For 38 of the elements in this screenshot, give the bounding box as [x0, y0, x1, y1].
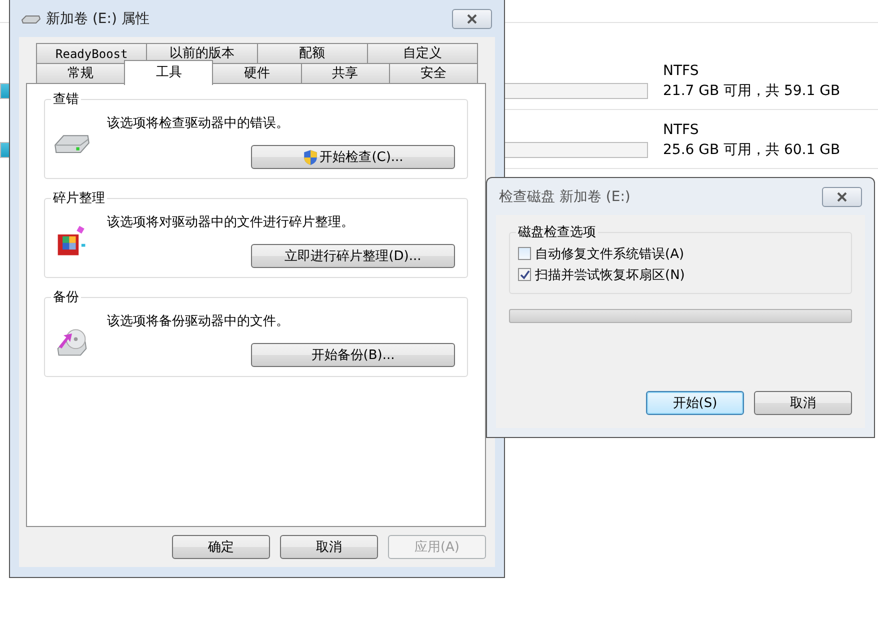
- section-description: 该选项将备份驱动器中的文件。: [107, 313, 289, 330]
- checkbox[interactable]: [518, 247, 531, 260]
- section-action-button[interactable]: 开始检查(C)...: [251, 145, 455, 169]
- tab[interactable]: 硬件: [212, 63, 302, 83]
- tab[interactable]: 安全: [388, 63, 478, 83]
- close-icon: [837, 192, 847, 202]
- section-action-button[interactable]: 立即进行碎片整理(D)...: [251, 244, 455, 268]
- checkbox-label: 自动修复文件系统错误(A): [535, 246, 684, 262]
- checkbox[interactable]: [518, 268, 531, 281]
- window-title: 检查磁盘 新加卷 (E:): [498, 188, 632, 206]
- dialog-button[interactable]: 确定: [172, 535, 270, 559]
- drive-icon: [21, 14, 41, 24]
- section-description: 该选项将检查驱动器中的错误。: [107, 115, 289, 132]
- dialog-button[interactable]: 开始(S): [646, 391, 744, 415]
- close-button[interactable]: [452, 9, 492, 29]
- tab[interactable]: 常规: [36, 63, 126, 83]
- checkbox-label: 扫描并尝试恢复坏扇区(N): [535, 266, 685, 284]
- window-title: 新加卷 (E:) 属性: [46, 10, 150, 28]
- tab[interactable]: 自定义: [366, 43, 478, 63]
- dialog-button[interactable]: 取消: [280, 535, 378, 559]
- dialog-button[interactable]: 取消: [754, 391, 852, 415]
- filesystem-label: NTFS: [663, 121, 700, 140]
- tab[interactable]: ReadyBoost: [36, 43, 148, 63]
- section-action-button[interactable]: 开始备份(B)...: [251, 343, 455, 367]
- section-title: 备份: [52, 289, 80, 306]
- section-description: 该选项将对驱动器中的文件进行碎片整理。: [107, 214, 354, 231]
- free-space-label: 25.6 GB 可用，共 60.1 GB: [663, 141, 840, 160]
- close-button[interactable]: [822, 186, 862, 206]
- free-space-label: 21.7 GB 可用，共 59.1 GB: [663, 82, 840, 101]
- close-icon: [467, 14, 477, 24]
- tab[interactable]: 配额: [256, 43, 368, 63]
- filesystem-label: NTFS: [663, 62, 700, 81]
- tab[interactable]: 工具: [124, 60, 214, 85]
- section-title: 查错: [52, 91, 80, 108]
- group-title: 磁盘检查选项: [517, 224, 597, 241]
- section-title: 碎片整理: [52, 190, 106, 207]
- tab[interactable]: 以前的版本: [146, 43, 258, 63]
- tab[interactable]: 共享: [300, 63, 390, 83]
